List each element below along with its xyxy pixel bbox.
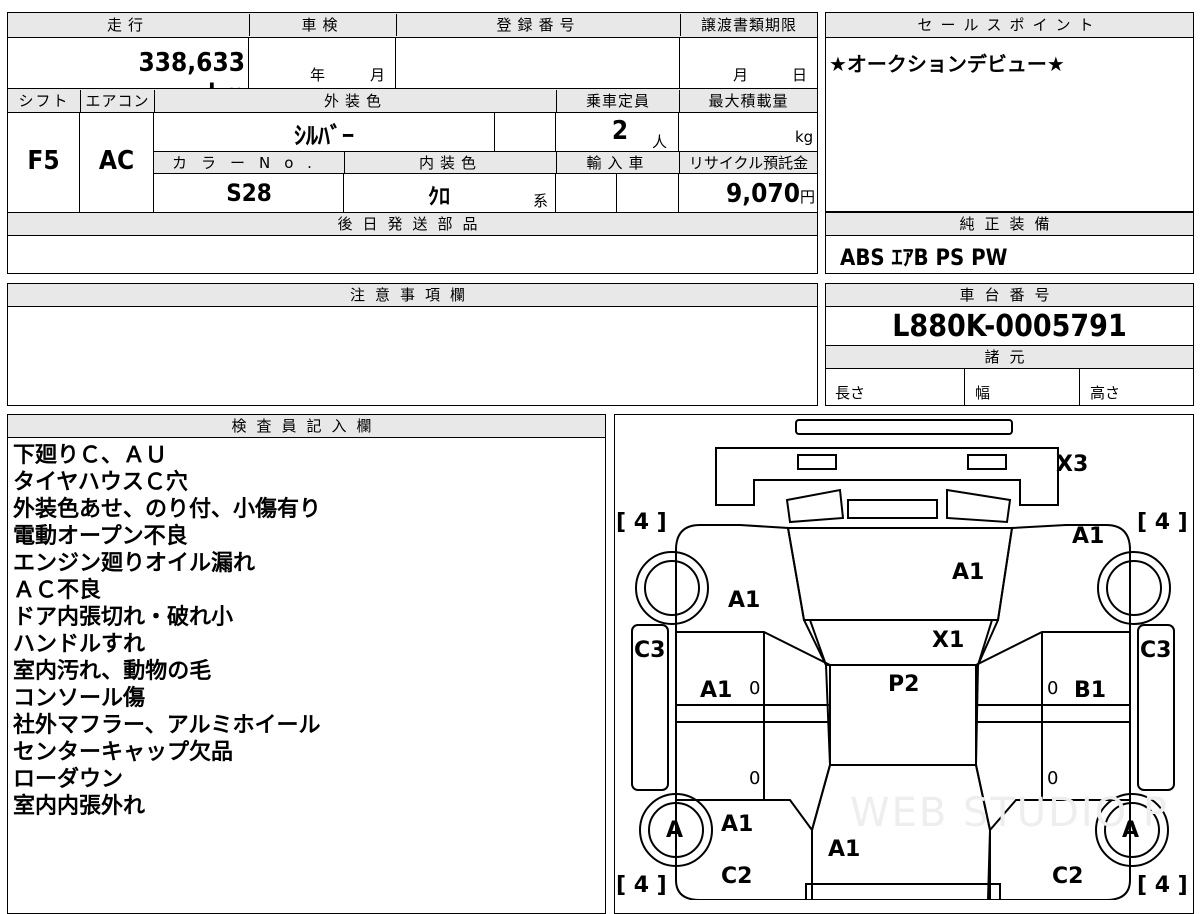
mark-roof: P2 <box>888 672 920 697</box>
height-label: 高さ <box>1090 384 1121 402</box>
note-line: センターキャップ欠品 <box>13 740 234 765</box>
note-line: 室内内張外れ <box>13 794 146 819</box>
mark-pillar-left: C3 <box>634 638 666 663</box>
ac-label: エアコン <box>80 90 154 112</box>
int-color-label: 内装色 <box>344 152 556 174</box>
shift-value: F5 <box>27 146 60 176</box>
ext-color-value: ｼﾙﾊﾞｰ <box>294 122 354 150</box>
inspector-label: 検査員記入欄 <box>231 417 382 435</box>
chassis-label: 車台番号 <box>959 286 1060 304</box>
tread-rear-left: [ 4 ] <box>616 873 667 898</box>
note-line: エンジン廻りオイル漏れ <box>13 551 256 576</box>
mark-zero: 0 <box>1047 768 1059 789</box>
mark-rear-right: C2 <box>1052 864 1084 889</box>
tread-front-right: [ 4 ] <box>1137 510 1188 535</box>
mark-bumper-front: X3 <box>1056 452 1089 477</box>
note-line: タイヤハウスＣ穴 <box>13 470 188 495</box>
later-parts-label: 後日発送部品 <box>337 215 488 233</box>
sales-point-label: セールスポイント <box>917 16 1102 34</box>
note-line: 電動オープン不良 <box>13 524 188 549</box>
equipment-value: ABS ｴｱB PS PW <box>840 246 1008 271</box>
mark-zero: 0 <box>749 768 761 789</box>
mileage-label: 走行 <box>106 16 149 34</box>
mark-hood: A1 <box>952 560 985 585</box>
note-line: ＡＣ不良 <box>13 578 102 603</box>
sales-point-box <box>825 12 1194 212</box>
mark-zero: 0 <box>1047 678 1059 699</box>
equipment-label: 純正装備 <box>959 215 1060 233</box>
color-no-value: S28 <box>226 179 272 207</box>
load-unit: kg <box>795 128 814 146</box>
chassis-value: L880K-0005791 <box>892 309 1127 344</box>
mark-windshield: X1 <box>932 628 965 653</box>
capacity-value: 2 <box>611 116 629 146</box>
mark-wheel-rl: A <box>666 818 684 843</box>
shaken-year-unit: 年 <box>310 66 326 84</box>
int-color-unit: 系 <box>533 192 549 210</box>
mark-wheel-rr: A <box>1122 818 1140 843</box>
note-line: ドア内張切れ・破れ小 <box>13 605 234 630</box>
tread-rear-right: [ 4 ] <box>1137 873 1188 898</box>
transfer-day-unit: 日 <box>792 66 808 84</box>
int-color-value: ｸﾛ <box>427 185 450 210</box>
note-line: ローダウン <box>13 767 124 792</box>
reg-number-label: 登録番号 <box>396 14 680 36</box>
mark-fender-fl: A1 <box>728 588 761 613</box>
import-label: 輸入車 <box>556 152 679 174</box>
spec-label: 諸元 <box>984 348 1035 366</box>
shaken-month-unit: 月 <box>370 66 386 84</box>
ext-color-label: 外装色 <box>154 90 556 112</box>
mark-trunk: A1 <box>828 837 861 862</box>
transfer-month-unit: 月 <box>733 66 749 84</box>
mark-door-left: A1 <box>700 678 733 703</box>
note-line: 外装色あせ、のり付、小傷有り <box>13 497 322 522</box>
mark-quarter-left: A1 <box>721 812 754 837</box>
max-load-label: 最大積載量 <box>679 90 817 112</box>
length-label: 長さ <box>835 384 866 402</box>
shaken-label: 車検 <box>249 14 395 36</box>
ac-value: AC <box>98 146 135 176</box>
note-line: コンソール傷 <box>13 686 146 711</box>
width-label: 幅 <box>975 384 991 402</box>
shift-label: シフト <box>18 92 70 110</box>
note-line: 下廻りＣ、ＡＵ <box>13 443 168 468</box>
mark-door-right: B1 <box>1074 678 1107 703</box>
recycle-value: 9,070円 <box>725 179 815 209</box>
tread-front-left: [ 4 ] <box>616 510 667 535</box>
capacity-unit: 人 <box>652 133 668 151</box>
recycle-label: リサイクル預託金 <box>679 152 817 174</box>
mark-pillar-right: C3 <box>1140 638 1172 663</box>
mark-zero: 0 <box>749 678 761 699</box>
note-line: 社外マフラー、アルミホイール <box>13 713 321 738</box>
transfer-deadline-label: 譲渡書類期限 <box>680 14 817 36</box>
note-line: ハンドルすれ <box>13 632 146 657</box>
color-no-label: カラーNo. <box>172 154 326 172</box>
mark-fender-fr: A1 <box>1072 524 1105 549</box>
inspector-notes-list: 下廻りＣ、ＡＵ タイヤハウスＣ穴 外装色あせ、のり付、小傷有り 電動オープン不良… <box>13 442 593 820</box>
capacity-label: 乗車定員 <box>556 90 679 112</box>
note-line: 室内汚れ、動物の毛 <box>13 659 212 684</box>
sales-point-value: ★オークションデビュー★ <box>829 52 1065 76</box>
mark-rear-left: C2 <box>721 864 753 889</box>
caution-label: 注意事項欄 <box>349 286 475 304</box>
